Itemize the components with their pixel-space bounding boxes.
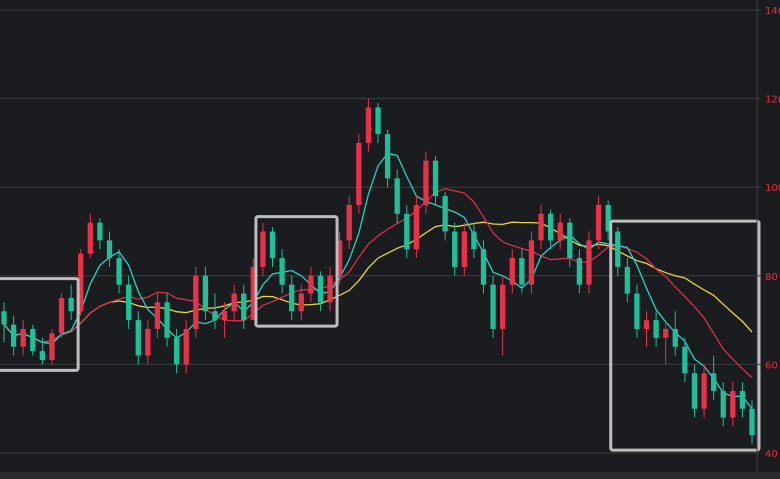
- candlestick-chart: 40 60 80 100 120 140: [0, 0, 780, 479]
- candle-body: [557, 222, 563, 241]
- candle-body: [58, 297, 65, 334]
- candle-body: [691, 373, 698, 409]
- candle-body: [701, 373, 707, 409]
- candle-body: [241, 293, 247, 321]
- candle-body: [317, 275, 324, 303]
- candle-body: [384, 134, 391, 179]
- candle-body: [260, 231, 266, 267]
- candle-body: [68, 297, 74, 312]
- bottom-strip: [0, 472, 780, 479]
- candle-body: [509, 258, 515, 285]
- candle-body: [279, 258, 285, 285]
- candle-body: [471, 231, 477, 250]
- candle-body: [624, 266, 630, 294]
- candle-body: [1, 311, 7, 325]
- candle-body: [145, 328, 151, 356]
- candle-body: [375, 107, 381, 135]
- candle-body: [615, 231, 621, 267]
- candle-body: [500, 284, 506, 329]
- candle-body: [711, 373, 717, 391]
- candle-body: [653, 320, 659, 338]
- candle-body: [643, 320, 650, 329]
- candle-body: [289, 284, 295, 312]
- candle-body: [20, 328, 26, 347]
- candle-body: [346, 204, 352, 241]
- candle-body: [221, 311, 228, 321]
- candle-body: [538, 213, 544, 241]
- candle-body: [298, 293, 304, 312]
- y-tick-label: 120: [765, 95, 780, 106]
- candle-body: [173, 337, 180, 365]
- candle-body: [586, 240, 592, 285]
- candle-body: [327, 275, 333, 303]
- candle-body: [423, 160, 429, 205]
- candle-body: [212, 311, 218, 321]
- candle-body: [720, 390, 726, 418]
- candle-body: [749, 408, 755, 436]
- candle-body: [634, 293, 640, 329]
- candle-body: [547, 213, 554, 241]
- candle-body: [87, 222, 93, 254]
- candle-body: [365, 107, 372, 143]
- candle-body: [519, 258, 525, 285]
- candle-body: [106, 240, 113, 259]
- candle-body: [116, 258, 122, 285]
- candle-body: [193, 275, 199, 329]
- candle-body: [432, 160, 439, 197]
- y-tick-label: 40: [765, 449, 778, 460]
- candle-body: [480, 249, 487, 285]
- candle-body: [30, 328, 36, 352]
- candle-body: [404, 213, 410, 250]
- candle-body: [461, 231, 467, 267]
- candle-body: [663, 328, 669, 338]
- y-tick-label: 80: [765, 272, 778, 283]
- candle-body: [672, 328, 678, 347]
- y-tick-label: 60: [765, 360, 778, 371]
- candle-body: [739, 390, 746, 409]
- candle-body: [183, 328, 189, 365]
- candle-body: [164, 302, 170, 338]
- candle-body: [126, 284, 132, 321]
- candle-body: [10, 324, 17, 347]
- y-tick-label: 140: [765, 6, 780, 17]
- candle-body: [490, 284, 496, 329]
- candle-body: [97, 222, 103, 241]
- candle-body: [595, 204, 602, 241]
- candle-body: [202, 275, 209, 312]
- plot-background: [0, 0, 780, 479]
- candle-body: [135, 320, 141, 356]
- candle-body: [682, 346, 688, 374]
- candle-body: [730, 390, 736, 418]
- candle-body: [308, 275, 314, 294]
- y-tick-label: 100: [765, 183, 780, 194]
- candle-body: [39, 351, 45, 360]
- candle-body: [528, 240, 535, 285]
- candle-body: [576, 258, 583, 285]
- candle-body: [356, 142, 362, 205]
- candle-body: [413, 204, 419, 250]
- candle-body: [567, 222, 573, 259]
- candle-body: [452, 231, 458, 267]
- candle-body: [154, 302, 161, 329]
- candle-body: [269, 231, 276, 259]
- candle-body: [231, 293, 237, 312]
- candle-body: [49, 333, 55, 360]
- candle-body: [394, 178, 400, 214]
- candle-body: [442, 196, 448, 232]
